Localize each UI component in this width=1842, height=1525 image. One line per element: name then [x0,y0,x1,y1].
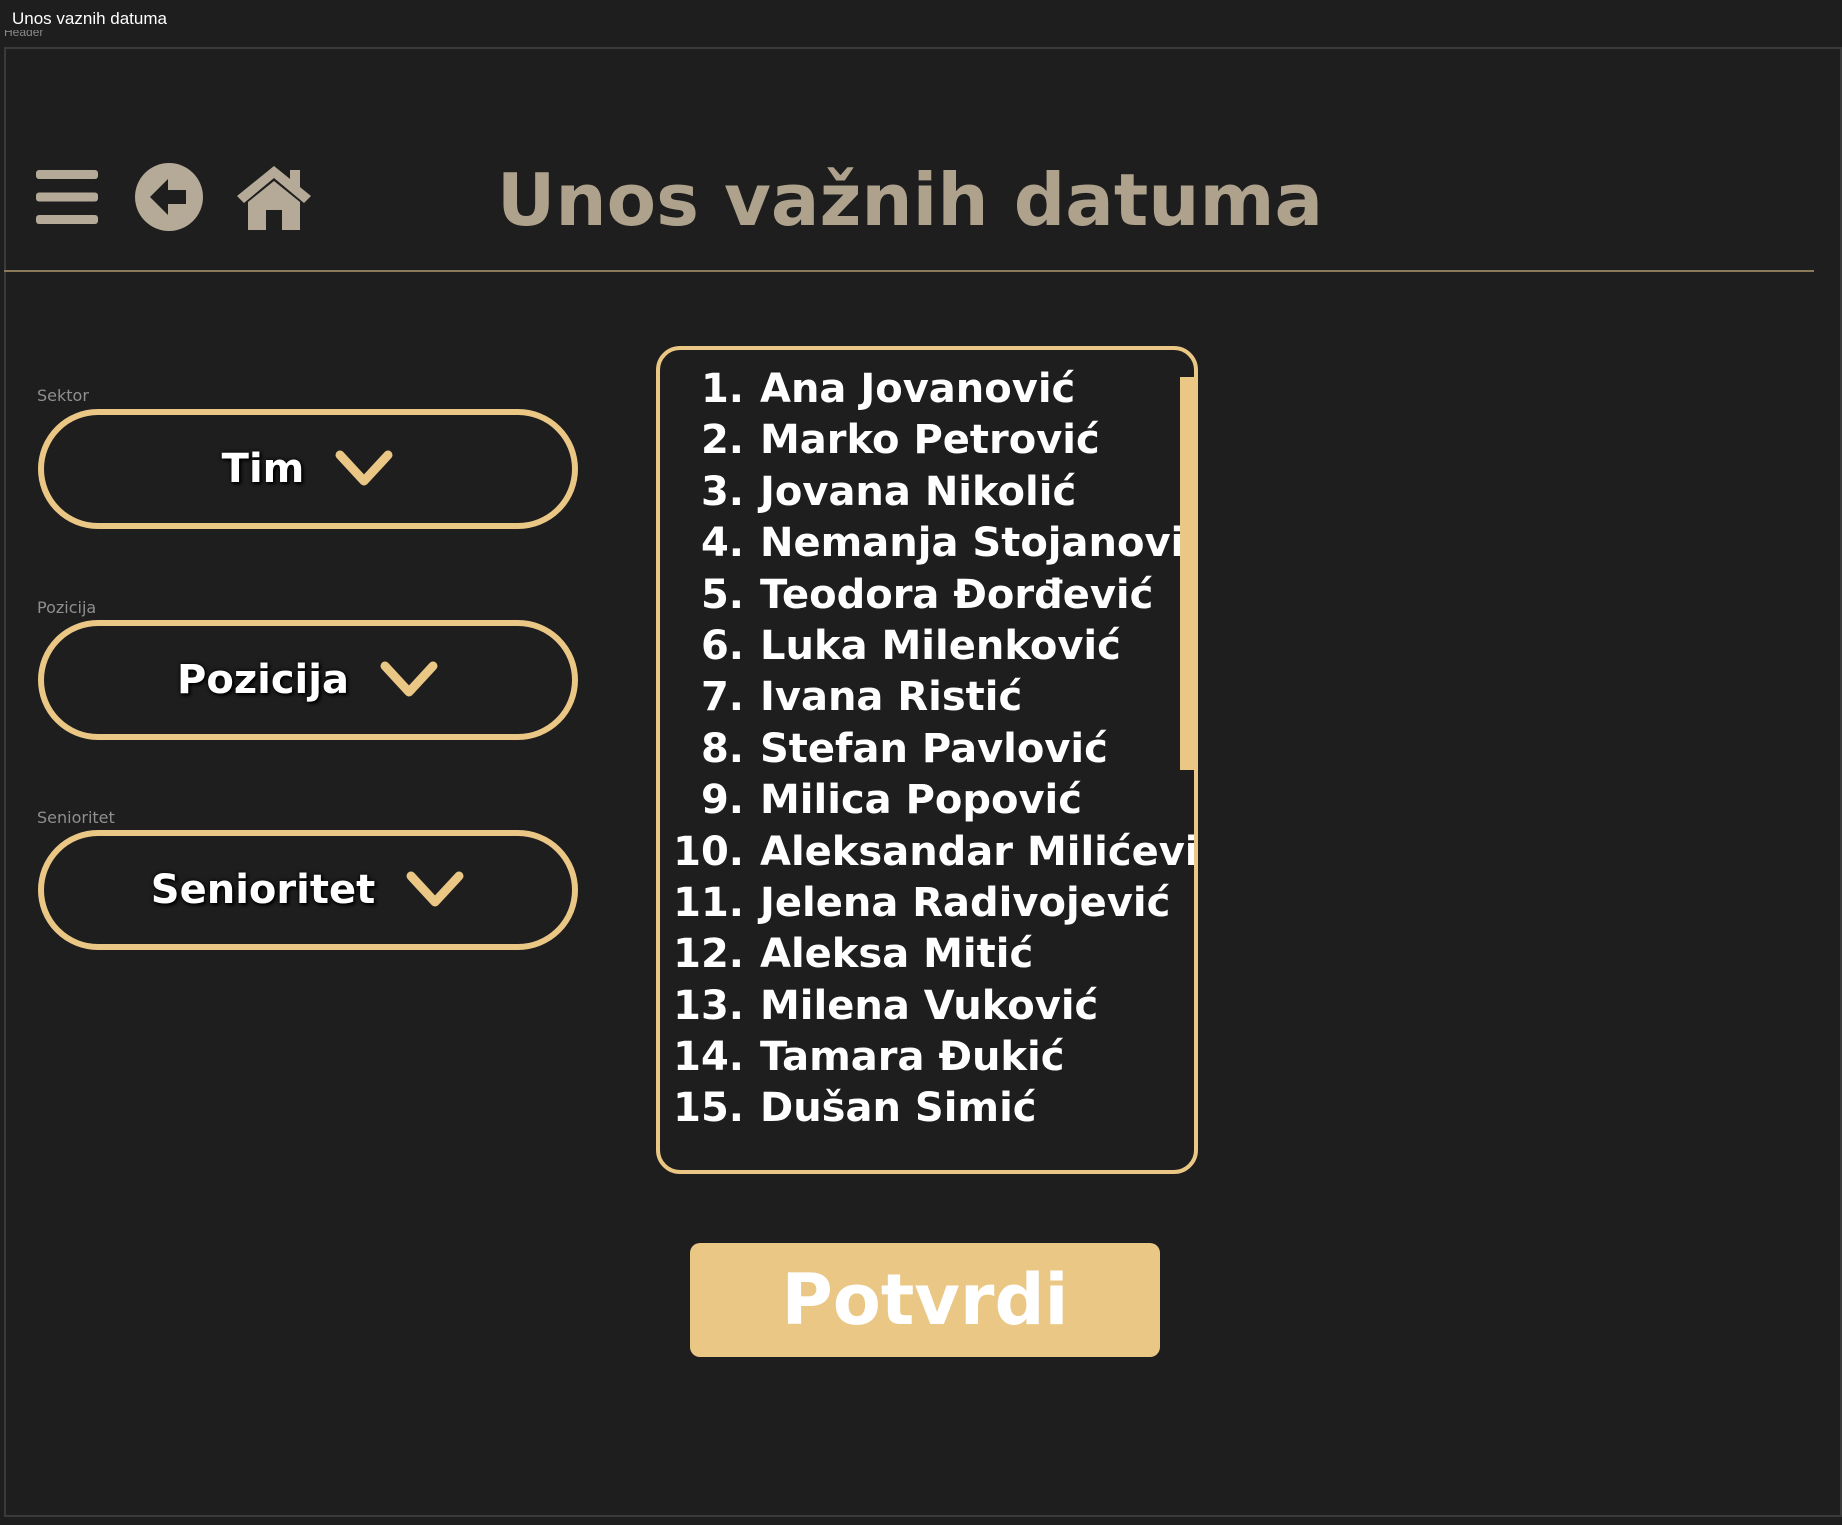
list-item-name: Jovana Nikolić [760,468,1077,515]
list-item[interactable]: 9. Milica Popović [660,775,1194,826]
senioritet-dropdown-value: Senioritet [150,867,376,913]
list-item-name: Nemanja Stojanović [760,520,1198,567]
header-divider [4,270,1814,272]
frame-label: Header [4,30,44,39]
list-item-name: Luka Milenković [760,622,1121,669]
list-item-number: 13. [673,982,744,1029]
senioritet-dropdown[interactable]: Senioritet [38,830,578,950]
list-item-name: Marko Petrović [760,417,1100,464]
list-item[interactable]: 7. Ivana Ristić [660,672,1194,723]
list-item-number: 8. [700,725,744,772]
list-item-number: 5. [700,571,744,618]
list-item[interactable]: 13. Milena Vuković [660,981,1194,1032]
list-item-name: Tamara Đukić [760,1034,1065,1081]
list-item[interactable]: 5. Teodora Đorđević [660,570,1194,621]
list-item-number: 7. [700,674,744,721]
list-item-name: Ivana Ristić [760,674,1023,721]
list-item[interactable]: 10. Aleksandar Milićević [660,827,1198,878]
list-item-name: Teodora Đorđević [760,571,1154,618]
pozicija-dropdown[interactable]: Pozicija [38,620,578,740]
list-item[interactable]: 6. Luka Milenković [660,621,1194,672]
list-item[interactable]: 11. Jelena Radivojević [660,878,1194,929]
sektor-dropdown-value: Tim [221,446,305,492]
list-item-number: 4. [700,520,744,567]
list-item-number: 10. [673,828,744,875]
senioritet-label: Senioritet [37,808,115,827]
list-scrollbar[interactable] [1180,377,1194,770]
list-item-number: 14. [673,1034,744,1081]
pozicija-dropdown-value: Pozicija [177,657,349,703]
list-item[interactable]: 12. Aleksa Mitić [660,929,1194,980]
back-arrow-icon[interactable] [134,162,204,232]
sektor-dropdown[interactable]: Tim [38,409,578,529]
list-item-number: 15. [673,1085,744,1132]
list-item[interactable]: 2. Marko Petrović [660,415,1194,466]
list-item-name: Stefan Pavlović [760,725,1108,772]
hamburger-menu-icon[interactable] [36,168,98,226]
list-item-number: 6. [700,622,744,669]
list-item-name: Aleksa Mitić [760,931,1034,978]
list-item-number: 3. [700,468,744,515]
chevron-down-icon [380,661,438,697]
list-item-number: 9. [700,777,744,824]
chevron-down-icon [406,871,464,907]
sektor-label: Sektor [37,386,89,405]
list-item[interactable]: 4. Nemanja Stojanović [660,518,1198,569]
list-item-name: Milena Vuković [760,982,1099,1029]
employee-list-box[interactable]: 1. Ana Jovanović 2. Marko Petrović 3. Jovana … [656,346,1198,1174]
page-title: Unos važnih datuma [496,158,1324,242]
list-item-name: Ana Jovanović [760,366,1076,412]
home-icon[interactable] [234,162,314,232]
employee-list: 1. Ana Jovanović 2. Marko Petrović 3. Jovana … [660,364,1198,1135]
list-item[interactable]: 8. Stefan Pavlović [660,724,1194,775]
list-item[interactable]: 3. Jovana Nikolić [660,467,1194,518]
chevron-down-icon [335,450,393,486]
list-item[interactable]: 1. Ana Jovanović [660,364,1194,415]
list-item-number: 12. [673,931,744,978]
list-item-name: Aleksandar Milićević [760,828,1198,875]
list-item[interactable]: 15. Dušan Simić [660,1083,1194,1134]
list-item-number: 2. [700,417,744,464]
list-item-number: 11. [673,879,744,926]
list-item-name: Jelena Radivojević [760,879,1171,926]
list-item-number: 1. [700,366,744,412]
list-item[interactable]: 14. Tamara Đukić [660,1032,1194,1083]
pozicija-label: Pozicija [37,598,97,617]
confirm-button[interactable]: Potvrdi [690,1243,1160,1357]
list-item-name: Milica Popović [760,777,1082,824]
list-item-name: Dušan Simić [760,1085,1037,1132]
